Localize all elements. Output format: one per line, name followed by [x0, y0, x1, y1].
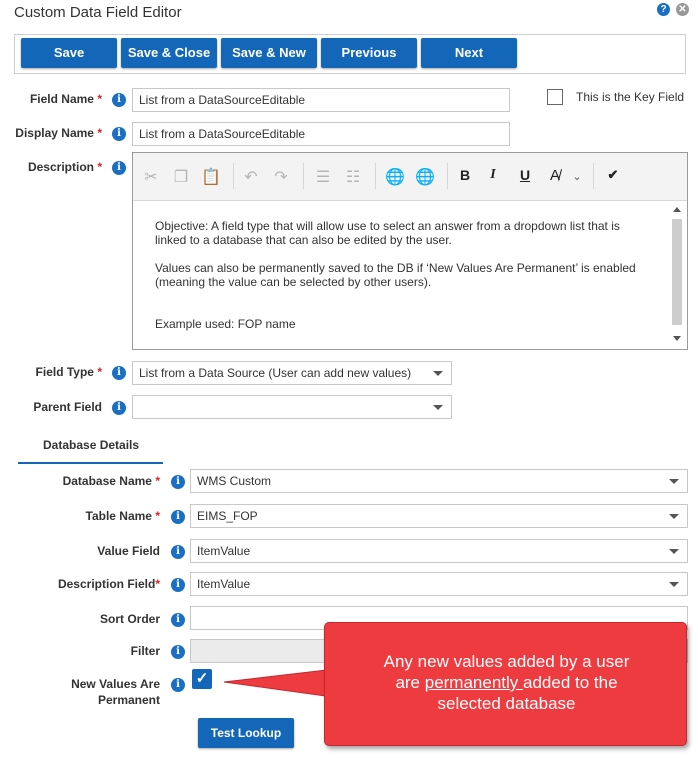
- help-icon[interactable]: ?: [657, 3, 670, 16]
- chevron-down-icon: [669, 479, 679, 484]
- toolbar-divider: [233, 163, 234, 189]
- description-rich-editor[interactable]: ✂ ❐ 📋 ↶ ↷ ☰ ☷ 🌐 🌐 B I U A̸ ⌄ ✔ Objective…: [132, 152, 688, 350]
- scroll-up-icon[interactable]: [673, 207, 681, 212]
- annotation-callout: Any new values added by a user are perma…: [324, 622, 687, 746]
- filter-info-icon[interactable]: i: [171, 645, 185, 659]
- table-name-select[interactable]: EIMS_FOP: [190, 504, 688, 528]
- unlink-icon[interactable]: 🌐: [415, 167, 435, 187]
- field-type-value: List from a Data Source (User can add ne…: [139, 366, 412, 380]
- action-toolbar: Save Save & Close Save & New Previous Ne…: [14, 34, 686, 74]
- parent-field-label: Parent Field: [33, 400, 102, 414]
- display-name-info-icon[interactable]: i: [112, 127, 126, 141]
- value-field-value: ItemValue: [197, 544, 251, 558]
- toolbar-divider: [593, 163, 594, 189]
- callout-text: Any new values added by a user are perma…: [383, 652, 630, 713]
- description-field-info-icon[interactable]: i: [171, 578, 185, 592]
- undo-icon[interactable]: ↶: [241, 167, 261, 187]
- new-values-permanent-info-icon[interactable]: i: [171, 678, 185, 692]
- database-name-value: WMS Custom: [197, 474, 272, 488]
- description-info-icon[interactable]: i: [112, 161, 126, 175]
- window-title: Custom Data Field Editor: [14, 4, 182, 21]
- copy-icon[interactable]: ❐: [171, 167, 191, 187]
- italic-icon[interactable]: I: [483, 167, 503, 183]
- toolbar-divider: [447, 163, 448, 189]
- test-lookup-button[interactable]: Test Lookup: [198, 718, 294, 748]
- description-paragraph: Values can also be permanently saved to …: [155, 261, 636, 289]
- database-name-info-icon[interactable]: i: [171, 475, 185, 489]
- database-name-select[interactable]: WMS Custom: [190, 469, 688, 493]
- description-field-label: Description Field*: [57, 577, 160, 591]
- editor-content[interactable]: Objective: A field type that will allow …: [155, 219, 645, 345]
- chevron-down-icon: [433, 405, 443, 410]
- chevron-down-icon: [669, 514, 679, 519]
- toolbar-divider: [303, 163, 304, 189]
- value-field-select[interactable]: ItemValue: [190, 539, 688, 563]
- bullet-list-icon[interactable]: ☷: [343, 167, 363, 187]
- editor-toolbar: ✂ ❐ 📋 ↶ ↷ ☰ ☷ 🌐 🌐 B I U A̸ ⌄ ✔: [133, 153, 687, 201]
- scroll-down-icon[interactable]: [673, 336, 681, 341]
- underline-icon[interactable]: U: [515, 167, 535, 183]
- filter-label: Filter: [130, 644, 160, 658]
- chevron-down-icon[interactable]: ⌄: [567, 170, 587, 183]
- new-values-permanent-label: New Values Are Permanent: [71, 677, 160, 707]
- save-button[interactable]: Save: [21, 38, 117, 68]
- description-field-select[interactable]: ItemValue: [190, 572, 688, 596]
- cut-icon[interactable]: ✂: [141, 167, 161, 187]
- tab-database-details[interactable]: Database Details: [43, 438, 139, 452]
- chevron-down-icon: [433, 371, 443, 376]
- description-label: Description *: [27, 160, 102, 174]
- chevron-down-icon: [669, 582, 679, 587]
- field-name-info-icon[interactable]: i: [112, 93, 126, 107]
- previous-button[interactable]: Previous: [321, 38, 417, 68]
- save-new-button[interactable]: Save & New: [221, 38, 317, 68]
- value-field-info-icon[interactable]: i: [171, 545, 185, 559]
- value-field-label: Value Field: [97, 544, 160, 558]
- field-type-select[interactable]: List from a Data Source (User can add ne…: [132, 361, 452, 385]
- editor-scrollbar[interactable]: [671, 205, 683, 345]
- display-name-input[interactable]: List from a DataSourceEditable: [132, 122, 510, 146]
- table-name-value: EIMS_FOP: [197, 509, 258, 523]
- save-close-button[interactable]: Save & Close: [121, 38, 217, 68]
- toolbar-divider: [375, 163, 376, 189]
- spellcheck-icon[interactable]: ✔: [603, 167, 623, 183]
- field-type-info-icon[interactable]: i: [112, 366, 126, 380]
- new-values-permanent-checkbox[interactable]: ✓: [192, 669, 212, 689]
- link-icon[interactable]: 🌐: [385, 167, 405, 187]
- description-paragraph: Objective: A field type that will allow …: [155, 219, 620, 247]
- display-name-label: Display Name *: [15, 126, 102, 140]
- field-name-label: Field Name *: [29, 92, 102, 106]
- sort-order-label: Sort Order: [99, 612, 160, 626]
- scroll-thumb[interactable]: [672, 219, 682, 325]
- chevron-down-icon: [669, 549, 679, 554]
- bold-icon[interactable]: B: [455, 167, 475, 183]
- key-field-checkbox[interactable]: [547, 89, 563, 105]
- redo-icon[interactable]: ↷: [271, 167, 291, 187]
- description-field-value: ItemValue: [197, 577, 251, 591]
- table-name-info-icon[interactable]: i: [171, 510, 185, 524]
- table-name-label: Table Name *: [85, 509, 160, 523]
- callout-pointer: [223, 669, 327, 697]
- text-color-icon[interactable]: A̸: [545, 167, 565, 184]
- next-button[interactable]: Next: [421, 38, 517, 68]
- numbered-list-icon[interactable]: ☰: [313, 167, 333, 187]
- sort-order-info-icon[interactable]: i: [171, 613, 185, 627]
- close-icon[interactable]: ✕: [676, 3, 689, 16]
- paste-icon[interactable]: 📋: [201, 167, 221, 187]
- tab-active-indicator: [18, 462, 163, 464]
- description-paragraph: Example used: FOP name: [155, 317, 296, 331]
- database-name-label: Database Name *: [62, 474, 160, 488]
- key-field-label: This is the Key Field: [576, 90, 685, 104]
- field-type-label: Field Type *: [35, 365, 102, 379]
- field-name-input[interactable]: List from a DataSourceEditable: [132, 88, 510, 112]
- parent-field-info-icon[interactable]: i: [112, 401, 126, 415]
- parent-field-select[interactable]: [132, 395, 452, 419]
